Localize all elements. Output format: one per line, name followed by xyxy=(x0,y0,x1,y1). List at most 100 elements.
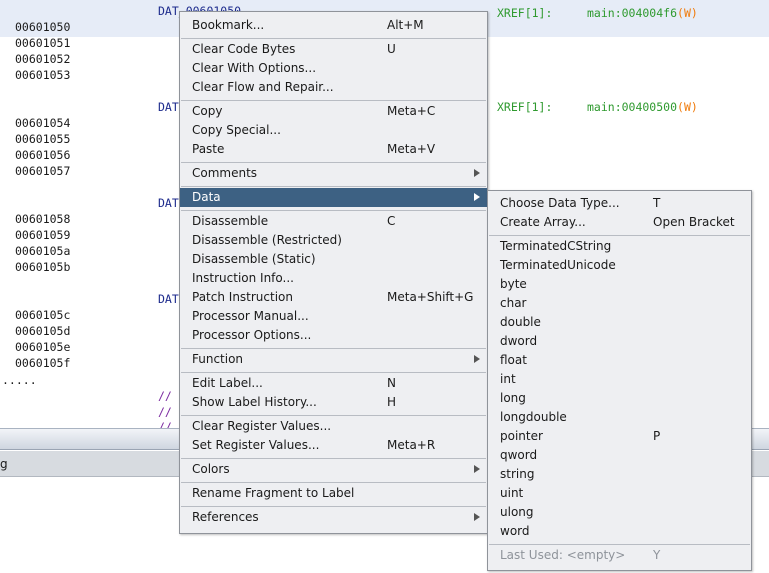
menu-item-clear-code-bytes[interactable]: Clear Code Bytes U xyxy=(180,40,487,59)
menu-item-label: Comments xyxy=(192,166,258,180)
xref-link-1[interactable]: main:004004f6(W) xyxy=(587,6,698,20)
menu-item-copy[interactable]: Copy Meta+C xyxy=(180,102,487,121)
address-00601053[interactable]: 00601053 xyxy=(15,68,70,82)
data-label-0060105c[interactable]: DAT xyxy=(158,292,179,306)
address-0060105f[interactable]: 0060105f xyxy=(15,356,70,370)
comment-line[interactable]: // xyxy=(158,405,172,419)
data-label-00601054[interactable]: DAT xyxy=(158,100,179,114)
submenu-item-last-used: Last Used: <empty> Y xyxy=(488,546,751,565)
menu-item-rename-fragment-to-label[interactable]: Rename Fragment to Label xyxy=(180,484,487,503)
menu-item-function[interactable]: Function xyxy=(180,350,487,369)
menu-item-label: Clear With Options... xyxy=(192,61,317,75)
menu-item-accelerator: C xyxy=(387,214,396,228)
submenu-item-int[interactable]: int xyxy=(488,370,751,389)
address-00601058[interactable]: 00601058 xyxy=(15,212,70,226)
submenu-item-qword[interactable]: qword xyxy=(488,446,751,465)
menu-item-accelerator: Meta+V xyxy=(387,142,436,156)
address-00601059[interactable]: 00601059 xyxy=(15,228,70,242)
address-00601054[interactable]: 00601054 xyxy=(15,116,70,130)
data-submenu[interactable]: Choose Data Type... T Create Array... Open… xyxy=(487,190,752,571)
menu-separator xyxy=(181,482,486,483)
xref-write-marker: (W) xyxy=(677,6,698,20)
submenu-arrow-icon xyxy=(474,465,480,473)
address-00601056[interactable]: 00601056 xyxy=(15,148,70,162)
address-0060105d[interactable]: 0060105d xyxy=(15,324,70,338)
menu-item-label: Choose Data Type... xyxy=(500,196,620,210)
submenu-item-double[interactable]: double xyxy=(488,313,751,332)
address-00601057[interactable]: 00601057 xyxy=(15,164,70,178)
menu-item-instruction-info[interactable]: Instruction Info... xyxy=(180,269,487,288)
submenu-item-byte[interactable]: byte xyxy=(488,275,751,294)
menu-item-bookmark[interactable]: Bookmark... Alt+M xyxy=(180,16,487,35)
menu-separator xyxy=(489,235,750,236)
submenu-item-word[interactable]: word xyxy=(488,522,751,541)
menu-item-label: byte xyxy=(500,277,527,291)
submenu-item-uint[interactable]: uint xyxy=(488,484,751,503)
menu-separator xyxy=(181,38,486,39)
address-0060105e[interactable]: 0060105e xyxy=(15,340,70,354)
menu-item-clear-register-values[interactable]: Clear Register Values... xyxy=(180,417,487,436)
address-00601055[interactable]: 00601055 xyxy=(15,132,70,146)
submenu-item-dword[interactable]: dword xyxy=(488,332,751,351)
context-menu[interactable]: Bookmark... Alt+M Clear Code Bytes U Clear… xyxy=(179,11,488,534)
menu-item-label: References xyxy=(192,510,259,524)
menu-item-disassemble-static[interactable]: Disassemble (Static) xyxy=(180,250,487,269)
address-00601052[interactable]: 00601052 xyxy=(15,52,70,66)
address-00601050[interactable]: 00601050 xyxy=(15,20,70,34)
submenu-item-long[interactable]: long xyxy=(488,389,751,408)
menu-item-clear-with-options[interactable]: Clear With Options... xyxy=(180,59,487,78)
comment-line[interactable]: // xyxy=(158,420,172,428)
menu-item-copy-special[interactable]: Copy Special... xyxy=(180,121,487,140)
submenu-item-choose-data-type[interactable]: Choose Data Type... T xyxy=(488,194,751,213)
menu-item-accelerator: Open Bracket xyxy=(653,215,735,229)
menu-item-label: Colors xyxy=(192,462,230,476)
menu-item-show-label-history[interactable]: Show Label History... H xyxy=(180,393,487,412)
submenu-item-longdouble[interactable]: longdouble xyxy=(488,408,751,427)
menu-item-label: Function xyxy=(192,352,244,366)
menu-item-comments[interactable]: Comments xyxy=(180,164,487,183)
submenu-item-float[interactable]: float xyxy=(488,351,751,370)
menu-item-label: pointer xyxy=(500,429,543,443)
submenu-arrow-icon xyxy=(474,193,480,201)
address-0060105b[interactable]: 0060105b xyxy=(15,260,70,274)
menu-item-label: Set Register Values... xyxy=(192,438,320,452)
xref-link-2[interactable]: main:00400500(W) xyxy=(587,100,698,114)
menu-item-label: Bookmark... xyxy=(192,18,265,32)
submenu-item-char[interactable]: char xyxy=(488,294,751,313)
menu-item-clear-flow-and-repair[interactable]: Clear Flow and Repair... xyxy=(180,78,487,97)
menu-item-label: int xyxy=(500,372,516,386)
menu-item-label: Copy xyxy=(192,104,223,118)
menu-item-references[interactable]: References xyxy=(180,508,487,527)
submenu-item-create-array[interactable]: Create Array... Open Bracket xyxy=(488,213,751,232)
submenu-item-pointer[interactable]: pointer P xyxy=(488,427,751,446)
menu-item-data[interactable]: Data xyxy=(180,188,487,207)
menu-item-label: Processor Options... xyxy=(192,328,312,342)
data-label-00601058[interactable]: DAT xyxy=(158,196,179,210)
menu-item-colors[interactable]: Colors xyxy=(180,460,487,479)
menu-item-label: uint xyxy=(500,486,524,500)
menu-item-paste[interactable]: Paste Meta+V xyxy=(180,140,487,159)
menu-item-label: word xyxy=(500,524,530,538)
address-0060105a[interactable]: 0060105a xyxy=(15,244,70,258)
menu-item-set-register-values[interactable]: Set Register Values... Meta+R xyxy=(180,436,487,455)
menu-item-disassemble[interactable]: Disassemble C xyxy=(180,212,487,231)
comment-line[interactable]: // xyxy=(158,389,172,403)
menu-item-processor-options[interactable]: Processor Options... xyxy=(180,326,487,345)
xref-link-1-address[interactable]: main:004004f6 xyxy=(587,6,677,20)
submenu-item-terminatedcstring[interactable]: TerminatedCString xyxy=(488,237,751,256)
submenu-item-terminatedunicode[interactable]: TerminatedUnicode xyxy=(488,256,751,275)
menu-item-processor-manual[interactable]: Processor Manual... xyxy=(180,307,487,326)
submenu-item-string[interactable]: string xyxy=(488,465,751,484)
menu-item-edit-label[interactable]: Edit Label... N xyxy=(180,374,487,393)
menu-item-label: Clear Flow and Repair... xyxy=(192,80,334,94)
menu-item-label: Edit Label... xyxy=(192,376,263,390)
submenu-item-ulong[interactable]: ulong xyxy=(488,503,751,522)
menu-item-label: string xyxy=(500,467,535,481)
menu-item-accelerator: P xyxy=(653,429,661,443)
address-00601051[interactable]: 00601051 xyxy=(15,36,70,50)
address-0060105c[interactable]: 0060105c xyxy=(15,308,70,322)
xref-link-2-address[interactable]: main:00400500 xyxy=(587,100,677,114)
menu-item-disassemble-restricted[interactable]: Disassemble (Restricted) xyxy=(180,231,487,250)
menu-item-patch-instruction[interactable]: Patch Instruction Meta+Shift+G xyxy=(180,288,487,307)
menu-separator xyxy=(489,544,750,545)
